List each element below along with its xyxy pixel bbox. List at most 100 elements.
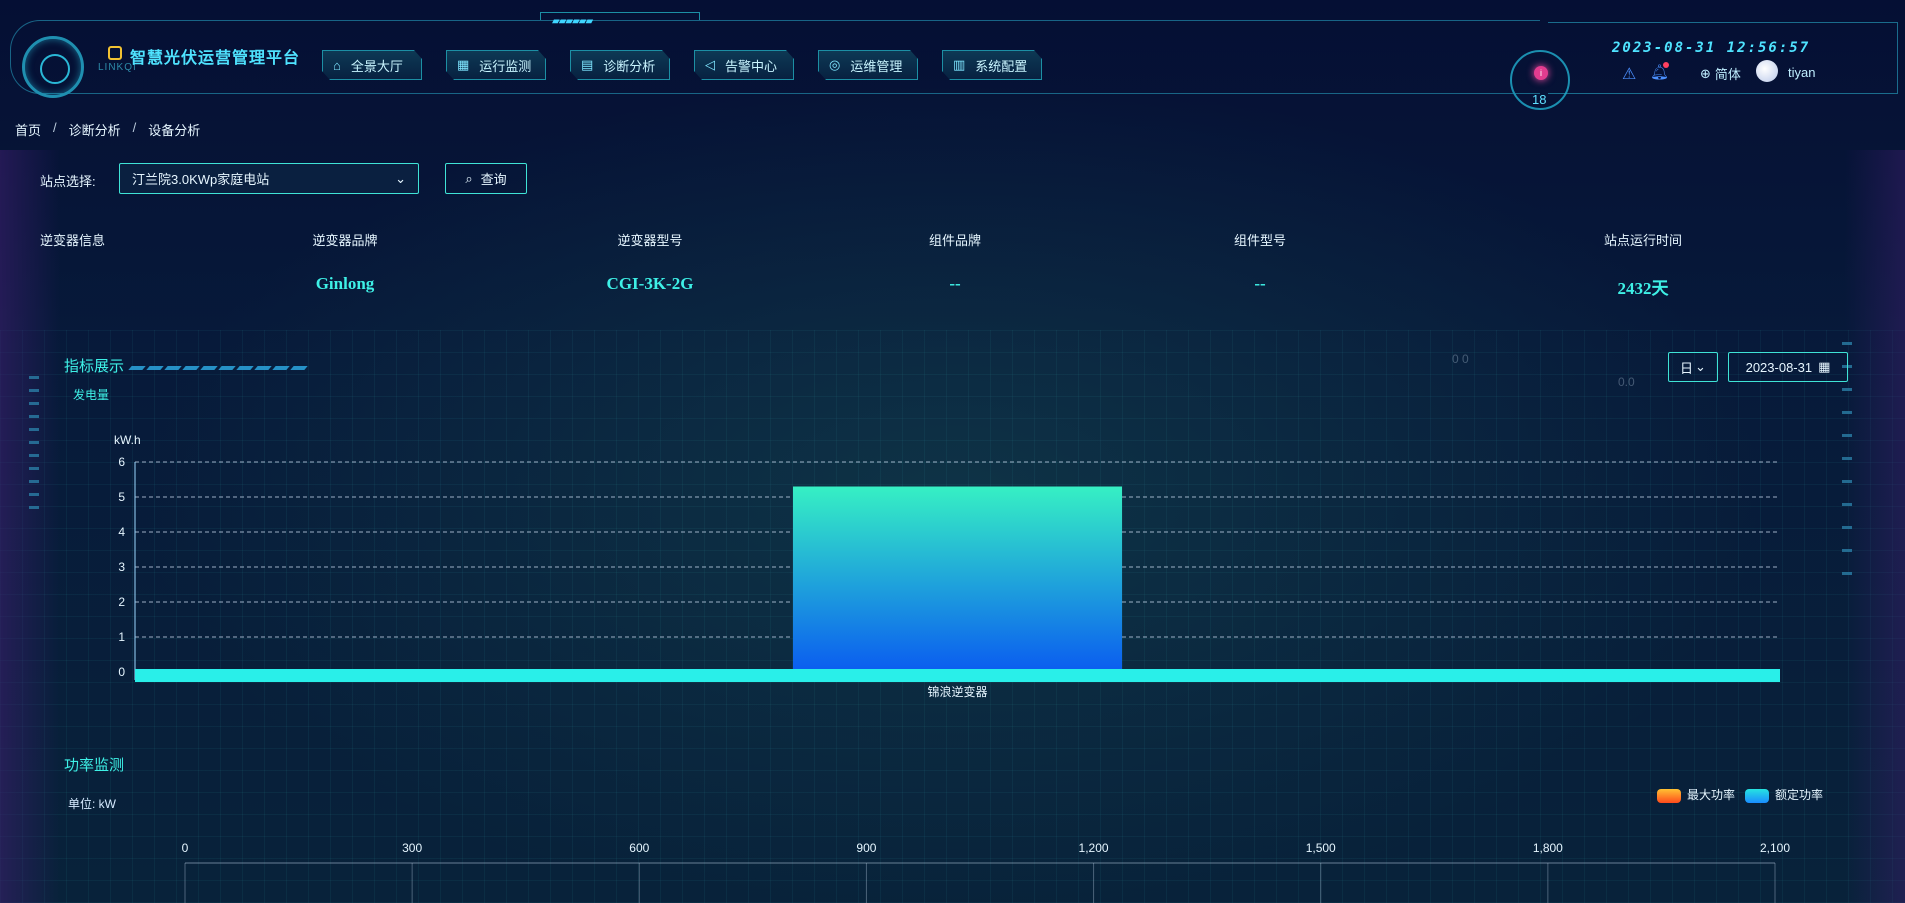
chart-icon: ▥: [953, 57, 966, 72]
nav-label: 运维管理: [850, 58, 903, 74]
nav-item-panorama[interactable]: ⌂ 全景大厅: [322, 50, 422, 80]
alarm-info-icon: i: [1534, 66, 1548, 80]
title-stripes: [128, 366, 308, 370]
nav-label: 诊断分析: [603, 58, 656, 74]
power-title: 功率监测: [64, 757, 125, 774]
brand-logo-icon: [108, 46, 122, 60]
nav-item-alarm[interactable]: ◁ 告警中心: [694, 50, 794, 80]
query-button[interactable]: ⌕ 查询: [445, 163, 527, 194]
breadcrumb-separator: /: [132, 120, 137, 135]
info-label-runtime: 站点运行时间: [1603, 233, 1683, 248]
power-legend: 最大功率 额定功率: [1657, 786, 1823, 803]
nav-item-config[interactable]: ▥ 系统配置: [942, 50, 1042, 80]
breadcrumb-separator: /: [53, 120, 57, 135]
y-tick-label: 5: [118, 490, 125, 504]
info-value-brand: Ginlong: [315, 274, 375, 293]
left-tick-decoration: [29, 376, 39, 519]
x-tick-label: 1,800: [1533, 841, 1563, 855]
indicator-title: 指标展示: [64, 358, 125, 375]
header-stripes: ▰▰▰▰▰▰: [552, 16, 593, 27]
breadcrumb-home[interactable]: 首页: [15, 120, 41, 139]
info-label-module-model: 组件型号: [1233, 233, 1287, 248]
username[interactable]: tiyan: [1788, 65, 1815, 80]
inverter-info: 逆变器信息 逆变器品牌 Ginlong 逆变器型号 CGI-3K-2G 组件品牌…: [40, 230, 1860, 300]
chevron-down-icon: ⌄: [395, 170, 406, 186]
x-tick-label: 1,500: [1306, 841, 1336, 855]
period-select[interactable]: 日 ⌄: [1668, 352, 1718, 382]
x-tick-label: 1,200: [1079, 841, 1109, 855]
inverter-info-label: 逆变器信息: [40, 233, 106, 248]
document-icon: ▤: [581, 57, 594, 72]
nav-label: 系统配置: [975, 58, 1028, 74]
faint-value: 0 0: [1452, 352, 1469, 366]
generation-bar-chart: 0 1 2 3 4 5 6 kW.h 锦浪逆变器: [114, 433, 1780, 699]
legend-swatch: [1657, 788, 1681, 803]
calendar-icon: ▦: [1818, 359, 1831, 374]
legend-swatch: [1745, 788, 1770, 803]
station-select[interactable]: 汀兰院3.0KWp家庭电站 ⌄: [119, 163, 419, 194]
station-select-value: 汀兰院3.0KWp家庭电站: [132, 172, 270, 187]
main-nav: ⌂ 全景大厅 ▦ 运行监测 ▤ 诊断分析 ◁ 告警中心 ◎ 运维管理 ▥ 系统配置: [322, 50, 1042, 80]
chevron-down-icon: ⌄: [1695, 359, 1706, 374]
top-header: ▰▰▰▰▰▰ LINKQI 智慧光伏运营管理平台 ⌂ 全景大厅 ▦ 运行监测 ▤ 诊断…: [0, 0, 1905, 110]
breadcrumb: 首页 / 诊断分析 / 设备分析: [15, 120, 200, 139]
language-label: 简体: [1714, 67, 1741, 82]
nav-item-maintenance[interactable]: ◎ 运维管理: [818, 50, 918, 80]
date-picker-value: 2023-08-31: [1745, 359, 1813, 375]
info-value-model: CGI-3K-2G: [606, 274, 694, 293]
station-select-label: 站点选择:: [40, 174, 96, 189]
language-switch[interactable]: ⊕ 简体: [1700, 64, 1741, 83]
legend-item-max[interactable]: 最大功率: [1657, 786, 1735, 803]
y-tick-label: 1: [118, 630, 125, 644]
y-tick-label: 3: [118, 560, 125, 574]
nav-item-diagnosis[interactable]: ▤ 诊断分析: [570, 50, 670, 80]
period-select-value: 日: [1680, 360, 1694, 376]
faint-value: 0.0: [1618, 375, 1635, 389]
x-category-label: 锦浪逆变器: [927, 684, 987, 699]
legend-label: 额定功率: [1775, 788, 1824, 802]
info-value-module-brand: --: [949, 274, 961, 293]
nav-item-monitoring[interactable]: ▦ 运行监测: [446, 50, 546, 80]
power-unit: 单位: kW: [68, 797, 116, 811]
x-tick-label: 600: [629, 841, 649, 855]
date-picker[interactable]: 2023-08-31 ▦: [1728, 352, 1848, 382]
bank-icon: ⌂: [333, 57, 341, 73]
x-tick-label: 300: [402, 841, 422, 855]
search-icon: ⌕: [465, 170, 473, 186]
y-tick-label: 2: [118, 595, 125, 609]
globe-icon: ⊕: [1700, 65, 1711, 81]
info-label-module-brand: 组件品牌: [928, 233, 982, 248]
warning-icon[interactable]: ⚠: [1622, 64, 1636, 84]
breadcrumb-current: 设备分析: [148, 123, 201, 138]
datetime-display: 2023-08-31 12:56:57: [1612, 40, 1811, 56]
y-tick-label: 6: [118, 455, 125, 469]
notification-dot: [1663, 62, 1669, 68]
status-frame: [1548, 22, 1898, 94]
power-bar-chart: 0 300 600 900 1,200 1,500 1,800 2,100: [182, 841, 1790, 903]
avatar[interactable]: [1756, 60, 1778, 82]
info-value-module-model: --: [1254, 274, 1266, 293]
indicator-subtitle: 发电量: [73, 388, 110, 402]
info-label-brand: 逆变器品牌: [312, 233, 378, 248]
info-label-model: 逆变器型号: [617, 233, 683, 248]
legend-label: 最大功率: [1687, 788, 1736, 802]
gear-icon: ◎: [829, 57, 841, 72]
bar: [793, 486, 1122, 672]
breadcrumb-diagnosis[interactable]: 诊断分析: [69, 120, 121, 139]
x-tick-label: 900: [856, 841, 876, 855]
legend-item-rated[interactable]: 额定功率: [1745, 786, 1823, 803]
y-axis-label: kW.h: [114, 433, 141, 447]
y-tick-label: 4: [118, 525, 125, 539]
alarm-count: 18: [1532, 92, 1547, 107]
x-tick-label: 0: [182, 841, 189, 855]
app-title: 智慧光伏运营管理平台: [130, 50, 301, 67]
megaphone-icon: ◁: [705, 57, 715, 72]
nav-label: 全景大厅: [350, 58, 403, 74]
y-tick-label: 0: [118, 665, 125, 679]
logo-ring-icon: [22, 36, 84, 98]
grid-icon: ▦: [457, 57, 470, 72]
nav-label: 运行监测: [479, 58, 532, 74]
x-tick-label: 2,100: [1760, 841, 1790, 855]
nav-label: 告警中心: [725, 58, 778, 74]
x-axis-slider: [135, 669, 1780, 682]
